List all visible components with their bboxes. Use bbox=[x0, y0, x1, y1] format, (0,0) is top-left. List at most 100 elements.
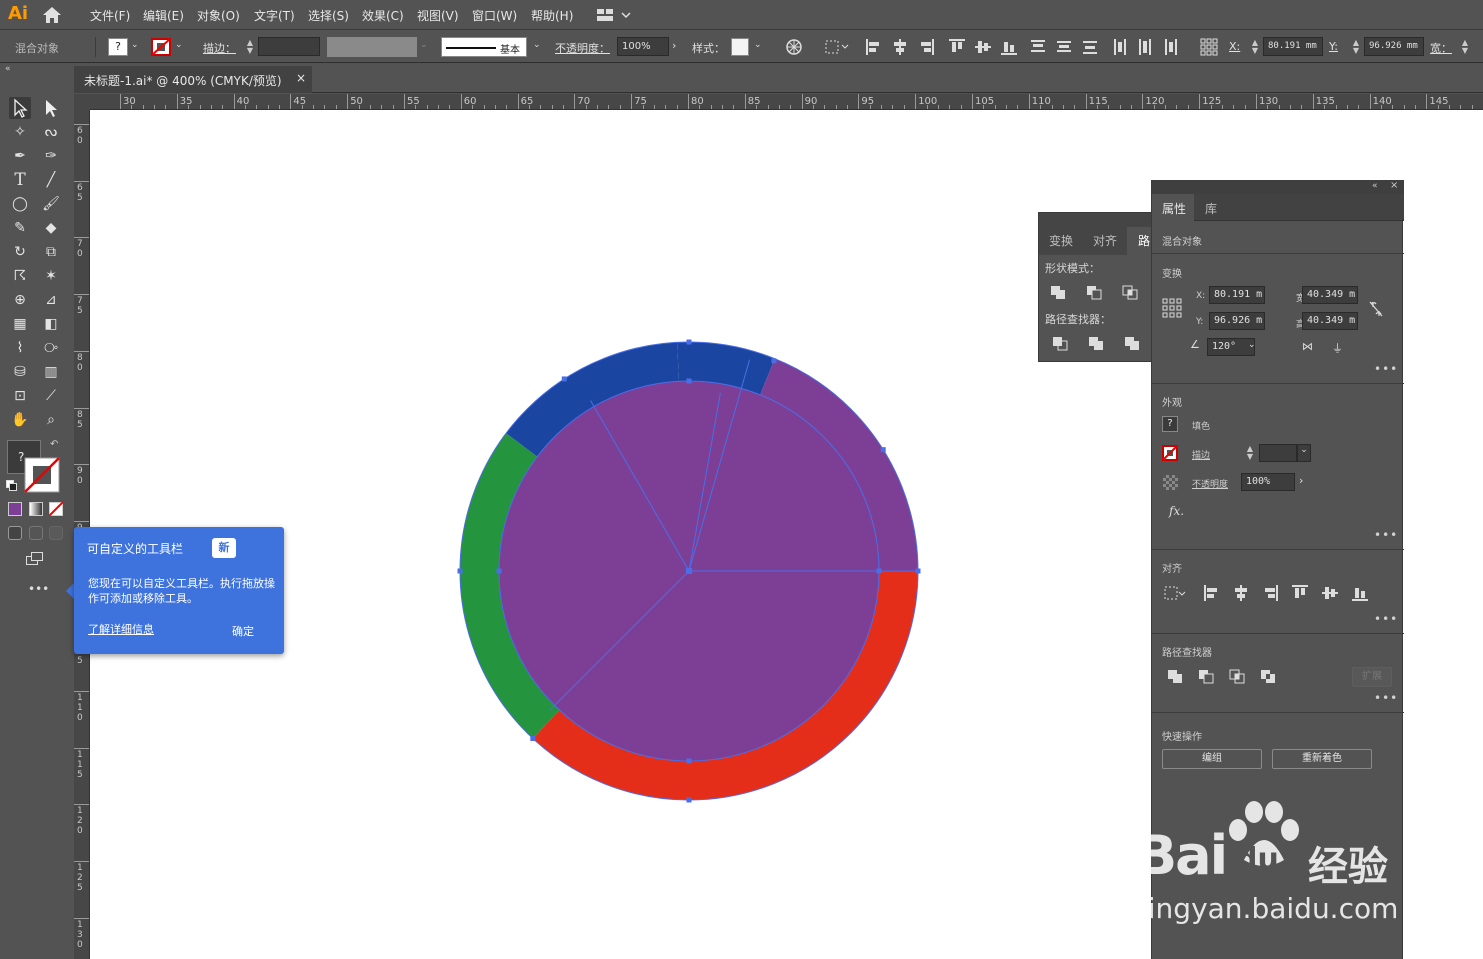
direct-selection-tool[interactable] bbox=[40, 97, 62, 119]
ruler-origin[interactable] bbox=[74, 94, 90, 110]
graphic-style-swatch[interactable] bbox=[731, 38, 749, 56]
chevron-right-icon[interactable]: › bbox=[1299, 474, 1303, 487]
mesh-tool-icon[interactable]: ▦ bbox=[9, 313, 31, 335]
stroke-stepper[interactable]: ▲ ▼ bbox=[245, 39, 255, 55]
align-to-icon[interactable] bbox=[825, 39, 851, 55]
variable-width-profile[interactable] bbox=[327, 37, 417, 57]
x-input[interactable]: 80.191 mm bbox=[1263, 37, 1323, 56]
anchor-point[interactable] bbox=[496, 568, 502, 574]
chevron-right-icon[interactable]: › bbox=[672, 39, 676, 52]
screen-mode-icon[interactable] bbox=[26, 552, 46, 566]
horizontal-ruler[interactable]: 30 35 40 45 50 55 60 65 70 75 80 85 90 95 100 105 110 115… bbox=[90, 94, 1483, 110]
x-stepper[interactable]: ▲ ▼ bbox=[1250, 39, 1260, 55]
stroke-weight-input[interactable] bbox=[1259, 444, 1297, 462]
home-icon[interactable] bbox=[42, 6, 62, 24]
menu-help[interactable]: 帮助(H) bbox=[531, 7, 573, 24]
anchor-point[interactable] bbox=[686, 339, 692, 345]
anchor-point[interactable] bbox=[561, 376, 567, 382]
workspace-switcher-icon[interactable] bbox=[597, 8, 631, 22]
learn-more-link[interactable]: 了解详细信息 bbox=[88, 621, 154, 637]
tab-transform[interactable]: 变换 bbox=[1049, 232, 1073, 249]
reference-point-icon[interactable] bbox=[1200, 38, 1218, 56]
paintbrush-icon[interactable]: 🖌 bbox=[40, 193, 62, 215]
flip-horizontal-icon[interactable]: ⋈ bbox=[1302, 340, 1313, 353]
anchor-point[interactable] bbox=[915, 568, 921, 574]
ok-button[interactable]: 确定 bbox=[232, 623, 254, 639]
more-options-icon[interactable]: ••• bbox=[1374, 691, 1398, 705]
fill-swatch[interactable]: ? bbox=[108, 38, 128, 56]
more-options-icon[interactable]: ••• bbox=[1374, 612, 1398, 626]
menu-view[interactable]: 视图(V) bbox=[417, 7, 459, 24]
y-input[interactable]: 96.926 m bbox=[1209, 312, 1265, 330]
puppet-warp-icon[interactable]: ✶ bbox=[40, 265, 62, 287]
anchor-point[interactable] bbox=[686, 758, 692, 764]
line-tool-icon[interactable]: ╱ bbox=[40, 169, 62, 191]
magic-wand-icon[interactable]: ✧ bbox=[9, 121, 31, 143]
anchor-point[interactable] bbox=[686, 378, 692, 384]
brush-definition[interactable]: 基本 bbox=[441, 37, 527, 57]
opacity-input[interactable]: 100% bbox=[1241, 473, 1295, 491]
pathfinder-buttons[interactable] bbox=[1053, 335, 1153, 351]
curvature-tool-icon[interactable]: ✑ bbox=[40, 145, 62, 167]
draw-normal-icon[interactable] bbox=[8, 526, 22, 540]
align-buttons-group[interactable] bbox=[865, 38, 1115, 56]
eyedropper-icon[interactable]: ⌇ bbox=[9, 337, 31, 359]
draw-behind-icon[interactable] bbox=[29, 526, 43, 540]
chevron-down-icon[interactable]: ⌄ bbox=[1248, 340, 1256, 350]
stroke-swatch[interactable] bbox=[1162, 445, 1178, 461]
scale-tool-icon[interactable]: ⧉ bbox=[40, 241, 62, 263]
tab-pathfinder[interactable]: 路 bbox=[1138, 232, 1150, 249]
x-input[interactable]: 80.191 m bbox=[1209, 286, 1265, 304]
menu-effect[interactable]: 效果(C) bbox=[362, 7, 404, 24]
y-stepper[interactable]: ▲ ▼ bbox=[1351, 39, 1361, 55]
more-options-icon[interactable]: ••• bbox=[1374, 528, 1398, 542]
height-input[interactable]: 40.349 m bbox=[1302, 312, 1358, 330]
document-tab[interactable]: 未标题-1.ai* @ 400% (CMYK/预览) × bbox=[74, 66, 312, 93]
slice-tool-icon[interactable]: ⟋ bbox=[40, 385, 62, 407]
stroke-color-box[interactable] bbox=[24, 457, 60, 493]
default-colors-icon[interactable] bbox=[6, 480, 18, 492]
recolor-button[interactable]: 重新着色 bbox=[1272, 749, 1372, 769]
anchor-point[interactable] bbox=[686, 797, 692, 803]
color-mode-button[interactable] bbox=[8, 502, 22, 516]
shape-builder-icon[interactable]: ⊕ bbox=[9, 289, 31, 311]
tab-libraries[interactable]: 库 bbox=[1205, 200, 1217, 217]
pathfinder-buttons[interactable] bbox=[1168, 669, 1278, 685]
symbol-sprayer-icon[interactable]: ⛁ bbox=[9, 361, 31, 383]
effects-fx-icon[interactable]: fx. bbox=[1169, 504, 1184, 518]
group-button[interactable]: 编组 bbox=[1162, 749, 1262, 769]
none-mode-button[interactable] bbox=[49, 502, 63, 516]
swap-fill-stroke-icon[interactable]: ↶ bbox=[50, 439, 58, 450]
anchor-point[interactable] bbox=[876, 568, 882, 574]
menu-edit[interactable]: 编辑(E) bbox=[143, 7, 184, 24]
flip-vertical-icon[interactable]: ⏚ bbox=[1332, 340, 1343, 356]
chevron-down-icon[interactable]: ⌄ bbox=[533, 40, 541, 50]
menu-window[interactable]: 窗口(W) bbox=[472, 7, 517, 24]
toolbar-grip[interactable]: « bbox=[0, 64, 74, 76]
ellipse-tool-icon[interactable]: ◯ bbox=[9, 193, 31, 215]
stroke-swatch[interactable] bbox=[151, 38, 171, 56]
tab-align[interactable]: 对齐 bbox=[1093, 232, 1117, 249]
tab-properties[interactable]: 属性 bbox=[1162, 200, 1186, 217]
chevron-down-icon[interactable]: ⌄ bbox=[754, 40, 762, 50]
chevron-down-icon[interactable]: ⌄ bbox=[1297, 444, 1311, 462]
menu-select[interactable]: 选择(S) bbox=[308, 7, 349, 24]
warp-tool-icon[interactable]: ☈ bbox=[9, 265, 31, 287]
opacity-input[interactable]: 100% bbox=[617, 37, 669, 56]
distribute-buttons-group[interactable] bbox=[1113, 38, 1188, 56]
menu-file[interactable]: 文件(F) bbox=[90, 7, 130, 24]
close-icon[interactable]: × bbox=[1390, 180, 1398, 191]
blend-tool-icon[interactable]: ⧂ bbox=[40, 337, 62, 359]
menu-object[interactable]: 对象(O) bbox=[197, 7, 240, 24]
perspective-grid-icon[interactable]: ⊿ bbox=[40, 289, 62, 311]
shape-mode-buttons[interactable] bbox=[1051, 284, 1151, 300]
edit-toolbar-icon[interactable]: ••• bbox=[28, 582, 49, 596]
anchor-point[interactable] bbox=[771, 358, 777, 364]
anchor-point[interactable] bbox=[880, 447, 886, 453]
constrain-proportions-icon[interactable] bbox=[1368, 300, 1384, 318]
width-stepper[interactable]: ▲ ▼ bbox=[1460, 39, 1470, 55]
fill-swatch[interactable]: ? bbox=[1162, 416, 1178, 432]
chevron-down-icon[interactable]: ⌄ bbox=[175, 40, 183, 50]
collapse-icon[interactable]: « bbox=[5, 64, 11, 74]
center-anchor-point[interactable] bbox=[686, 568, 692, 574]
